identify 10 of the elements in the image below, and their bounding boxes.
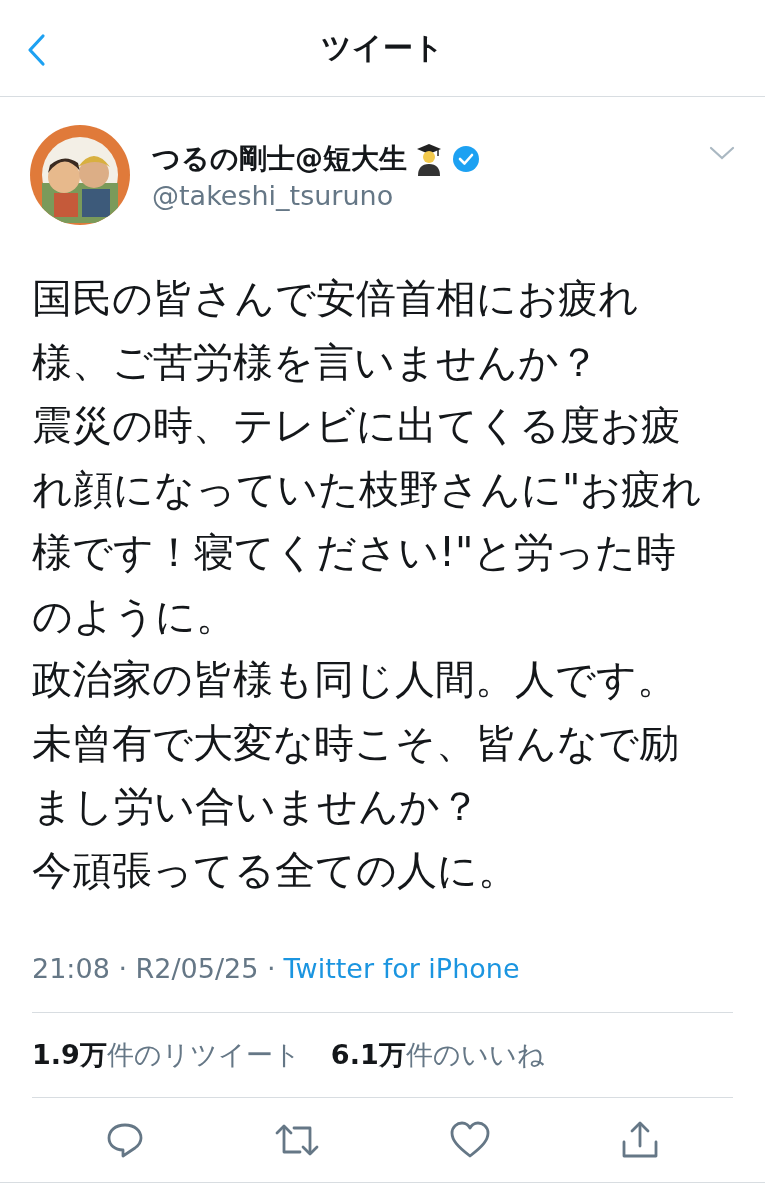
timestamp: 21:08 · R2/05/25 · <box>32 952 276 984</box>
author-name: つるの剛士@短大生 <box>152 140 407 177</box>
author-handle: @takeshi_tsuruno <box>152 179 395 211</box>
tweet-text: 国民の皆さんで安倍首相にお疲れ 様、ご苦労様を言いませんか？ 震災の時、テレビに出てくる度お疲 れ顔になっていた枝野さんに"お疲れ 様です！寝てください!"と労った時 のように。 政治家の皆様も同じ人間。人です。 未曾有で大変な時こそ、皆んなで励 まし労い合いませんか？ 今頑張ってる全ての人に。 <box>32 274 704 895</box>
stat-count[interactable]: 6.1万件のいいね <box>330 1037 545 1073</box>
graduate-icon <box>415 141 443 176</box>
header-title: ツイート <box>321 28 444 67</box>
stat-count[interactable]: 1.9万件のリツイート <box>32 1037 301 1073</box>
heart-icon[interactable] <box>449 1120 492 1160</box>
back-icon[interactable] <box>26 33 46 67</box>
